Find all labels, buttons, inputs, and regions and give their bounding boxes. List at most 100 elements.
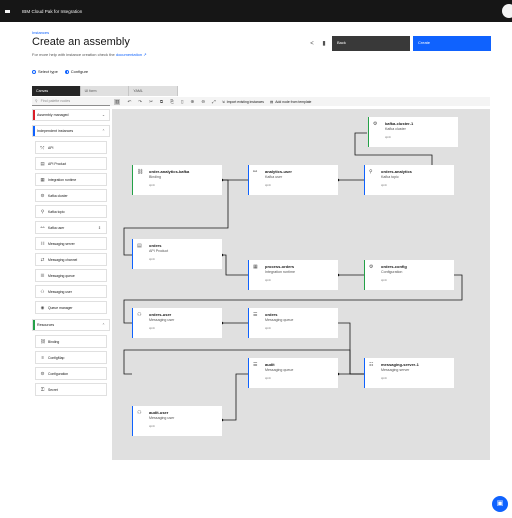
node-audit-user[interactable]: ⚇ audit-user Messaging user cp4i (132, 406, 222, 436)
messaging-queue-icon: ☰ (253, 362, 258, 368)
chevron-up-icon: ⌃ (101, 323, 105, 327)
palette-item-label: Messaging queue (48, 273, 75, 278)
tab-ui-form[interactable]: UI form (80, 86, 130, 96)
tab-canvas[interactable]: Canvas (32, 86, 81, 96)
node-orders-user[interactable]: ⚇ orders-user Messaging user cp4i (132, 308, 222, 338)
palette-item-queue-manager[interactable]: ◉ Queue manager (35, 301, 107, 314)
help-chat-button[interactable]: ▣ (492, 496, 508, 512)
palette-item-label: Kafka cluster (48, 193, 68, 198)
node-orders-queue[interactable]: ☰ orders Messaging queue cp4i (248, 308, 338, 338)
search-icon: ⚲ (35, 99, 38, 103)
palette-item-kafka-topic[interactable]: ⚲ Kafka topic (35, 205, 107, 218)
delete-icon[interactable]: ▮ (320, 40, 328, 48)
delete-node-icon[interactable]: ▯ (181, 99, 184, 105)
palette-item-messaging-server[interactable]: ☷ Messaging server (35, 237, 107, 250)
kafka-topic-icon: ⚲ (369, 169, 373, 175)
palette-item-messaging-queue[interactable]: ☰ Messaging queue (35, 269, 107, 282)
import-instances-button[interactable]: ⇲ Import existing instances (222, 100, 264, 104)
back-button[interactable]: Back (332, 36, 410, 51)
binding-icon: ⛓ (40, 338, 46, 344)
node-kafka-cluster-1[interactable]: ⚙ kafka-cluster-1 Kafka cluster cp4i (368, 117, 458, 147)
palette-item-secret[interactable]: ⚿ Secret (35, 383, 107, 396)
palette-section-assembly-managed[interactable]: Assembly managed ⌄ (32, 109, 110, 121)
messaging-queue-icon: ☰ (253, 312, 258, 318)
app-title[interactable]: IBM Cloud Pak for Integration (22, 9, 82, 14)
import-icon: ⇲ (221, 99, 225, 104)
palette-item-label: Kafka topic (48, 209, 65, 214)
zoom-out-icon[interactable]: ⊖ (201, 99, 205, 105)
node-orders-api-product[interactable]: ▤ orders API Product cp4i (132, 239, 222, 269)
palette-item-configmap[interactable]: ≡ ConfigMap (35, 351, 107, 364)
palette-item-messaging-channel[interactable]: ⇄ Messaging channel (35, 253, 107, 266)
step-current-icon (64, 69, 69, 74)
breadcrumb-instances[interactable]: Instances (32, 30, 49, 35)
palette-item-configuration[interactable]: ⚙ Configuration (35, 367, 107, 380)
fit-to-screen-icon[interactable]: ⤢ (212, 99, 216, 104)
palette-item-label: Messaging server (48, 241, 75, 246)
chat-icon: ▣ (496, 500, 504, 507)
messaging-user-icon: ⚇ (137, 410, 142, 416)
kafka-cluster-icon: ⚙ (40, 192, 45, 198)
palette-item-kafka-cluster[interactable]: ⚙ Kafka cluster (35, 189, 107, 202)
node-orders-analytics[interactable]: ⚲ orders-analytics Kafka topic cp4i (364, 165, 454, 195)
configuration-icon: ⚙ (369, 264, 374, 270)
template-icon: ▤ (270, 99, 274, 104)
redo-icon[interactable]: ↷ (138, 99, 142, 105)
page-title: Create an assembly (32, 36, 130, 48)
api-icon: ⤲ (40, 145, 45, 150)
messaging-server-icon: ☷ (369, 362, 374, 368)
paste-icon[interactable]: ⎘ (170, 99, 174, 104)
step-configure[interactable]: Configure (64, 69, 88, 74)
create-button[interactable]: Create (413, 36, 491, 51)
undo-icon[interactable]: ↶ (127, 99, 131, 105)
toggle-palette-icon[interactable]: ▥ (114, 98, 121, 105)
view-tabs: Canvas UI form YAML (32, 86, 179, 96)
kafka-topic-icon: ⚲ (40, 208, 45, 214)
palette-item-messaging-user[interactable]: ⚇ Messaging user (35, 285, 107, 298)
palette-search-input[interactable]: Find palette nodes (41, 99, 71, 103)
kafka-cluster-icon: ⚙ (373, 121, 378, 127)
zoom-in-icon[interactable]: ⊕ (190, 99, 194, 105)
queue-manager-icon: ◉ (40, 304, 45, 310)
help-text: For more help with instance creation che… (32, 52, 147, 57)
step-select-type[interactable]: Select type (32, 69, 58, 74)
palette-item-api-product[interactable]: ▤ API Product (35, 157, 107, 170)
add-from-template-button[interactable]: ▤ Add node from template (270, 100, 311, 104)
palette-section-resources[interactable]: Resources ⌃ (32, 319, 110, 331)
api-product-icon: ▤ (137, 243, 142, 249)
node-order-analytics-kafka[interactable]: ⛓ order-analytics-kafka Binding cp4i (132, 165, 222, 195)
cut-icon[interactable]: ✂ (149, 99, 153, 105)
palette-item-integration-runtime[interactable]: ▦ Integration runtime (35, 173, 107, 186)
messaging-queue-icon: ☰ (40, 272, 45, 278)
progress-steps: Select type Configure (32, 69, 88, 74)
configuration-icon: ⚙ (40, 370, 45, 376)
palette-item-label: ConfigMap (48, 355, 65, 360)
messaging-user-icon: ⚇ (40, 288, 45, 294)
node-orders-config[interactable]: ⚙ orders-config Configuration cp4i (364, 260, 454, 290)
node-analytics-user[interactable]: ⚯ analytics-user Kafka user cp4i (248, 165, 338, 195)
node-messaging-server-1[interactable]: ☷ messaging-server-1 Messaging server cp… (364, 358, 454, 388)
palette-item-label: Messaging channel (48, 257, 78, 262)
documentation-link[interactable]: documentation ↗ (116, 52, 147, 57)
hamburger-menu-icon[interactable] (0, 0, 14, 22)
messaging-channel-icon: ⇄ (40, 256, 45, 262)
palette-section-independent-instances[interactable]: Independent instances ⌃ (32, 125, 110, 137)
canvas-toolbar: ⚲ Find palette nodes ▥ ↶ ↷ ✂ ⧉ ⎘ ▯ ⊕ ⊖ ⤢… (32, 97, 490, 106)
node-audit-queue[interactable]: ☰ audit Messaging queue cp4i (248, 358, 338, 388)
share-icon[interactable]: < (308, 40, 316, 48)
kafka-user-icon: ⚯ (40, 224, 45, 230)
secret-icon: ⚿ (40, 387, 45, 392)
user-avatar[interactable] (502, 4, 512, 18)
tab-yaml[interactable]: YAML (129, 86, 179, 96)
selected-indicator-icon: ⇕ (97, 225, 101, 230)
copy-icon[interactable]: ⧉ (160, 99, 163, 104)
palette-item-binding[interactable]: ⛓ Binding (35, 335, 107, 348)
palette-item-kafka-user[interactable]: ⚯ Kafka user ⇕ (35, 221, 107, 234)
configmap-icon: ≡ (41, 355, 44, 360)
node-palette: Assembly managed ⌄ Independent instances… (32, 109, 110, 399)
palette-search[interactable]: ⚲ Find palette nodes (32, 97, 110, 106)
kafka-user-icon: ⚯ (253, 169, 258, 175)
api-product-icon: ▤ (40, 160, 45, 166)
palette-item-api[interactable]: ⤲ API (35, 141, 107, 154)
node-process-orders[interactable]: ▦ process-orders Integration runtime cp4… (248, 260, 338, 290)
